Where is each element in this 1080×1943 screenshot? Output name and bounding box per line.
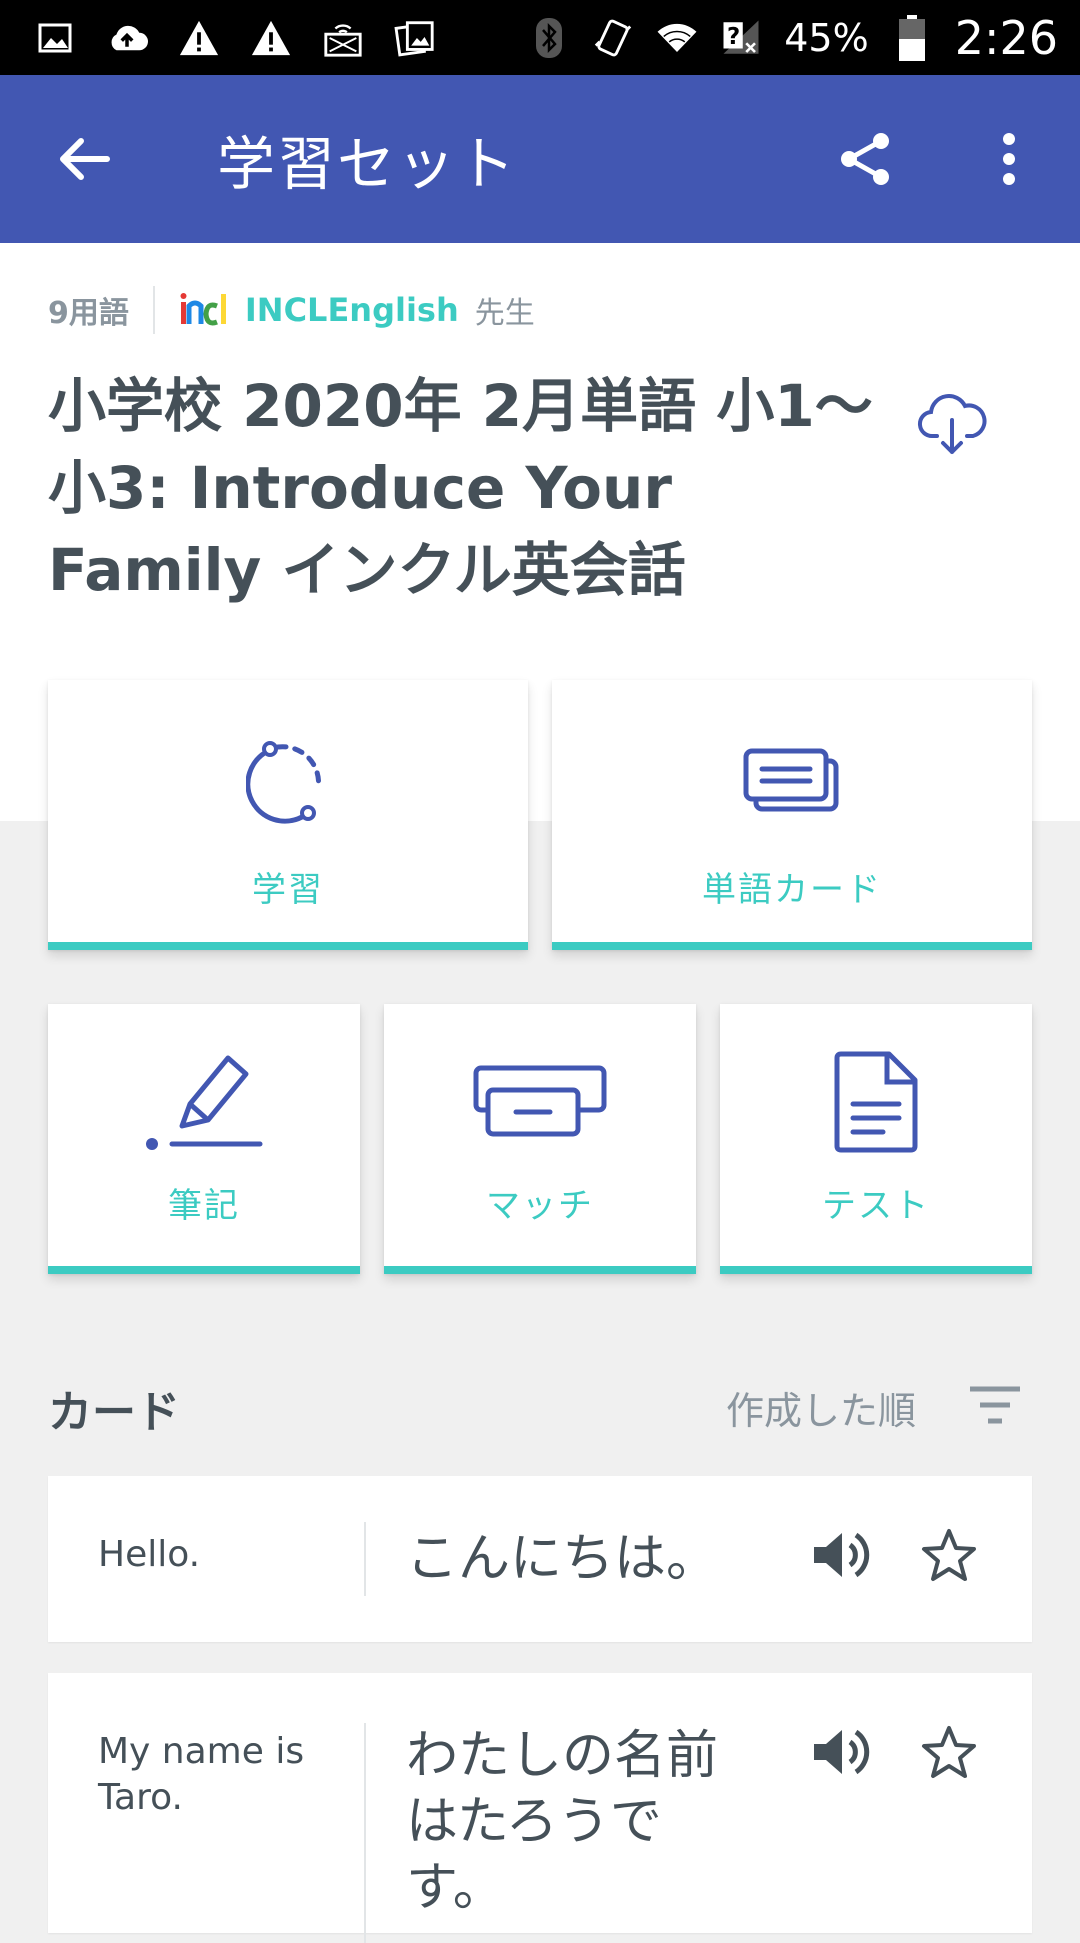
write-pen-icon bbox=[134, 1042, 274, 1162]
mode-write-button[interactable]: 筆記 bbox=[48, 1004, 360, 1274]
term-word: My name is Taro. bbox=[98, 1731, 305, 1818]
svg-text:?: ? bbox=[727, 24, 740, 50]
warning-icon bbox=[178, 17, 220, 59]
mode-test-button[interactable]: テスト bbox=[720, 1004, 1032, 1274]
term-count: 9用語 bbox=[48, 296, 129, 331]
term-divider bbox=[364, 1522, 366, 1596]
mode-learn-label: 学習 bbox=[252, 870, 324, 910]
vibrate-icon bbox=[592, 17, 634, 59]
term-card[interactable]: My name is Taro. わたしの名前はたろうです。 bbox=[48, 1673, 1032, 1943]
author-name[interactable]: INCLEnglish bbox=[245, 291, 459, 329]
warning-icon bbox=[250, 17, 292, 59]
star-icon bbox=[922, 1726, 976, 1778]
status-notifications bbox=[34, 17, 436, 59]
page-title: 学習セット bbox=[217, 130, 518, 198]
cloud-upload-icon bbox=[106, 17, 148, 59]
share-button[interactable] bbox=[833, 127, 897, 191]
wifi-icon bbox=[656, 17, 698, 59]
sort-button[interactable] bbox=[966, 1380, 1024, 1430]
term-definition: こんにちは。 bbox=[406, 1529, 719, 1589]
download-button[interactable] bbox=[912, 385, 992, 465]
star-icon bbox=[922, 1529, 976, 1581]
audio-button[interactable] bbox=[810, 1524, 872, 1586]
term-word: Hello. bbox=[98, 1534, 201, 1575]
share-icon bbox=[841, 133, 889, 185]
term-card[interactable]: Hello. こんにちは。 bbox=[48, 1476, 1032, 1642]
photos-icon bbox=[394, 17, 436, 59]
term-definition: わたしの名前はたろうです。 bbox=[406, 1726, 719, 1918]
cloud-download-icon bbox=[918, 394, 987, 454]
mode-test-label: テスト bbox=[822, 1186, 930, 1226]
more-vert-icon bbox=[1003, 133, 1015, 185]
set-title: 小学校 2020年 2月単語 小1〜小3: Introduce Your Fam… bbox=[48, 372, 873, 604]
mode-flashcards-button[interactable]: 単語カード bbox=[552, 680, 1032, 950]
learn-icon bbox=[228, 726, 348, 836]
audio-button[interactable] bbox=[810, 1721, 872, 1783]
battery-icon bbox=[891, 14, 933, 61]
speaker-icon bbox=[814, 1532, 870, 1578]
star-button[interactable] bbox=[918, 1721, 980, 1783]
sort-order-label[interactable]: 作成した順 bbox=[726, 1380, 916, 1435]
image-icon bbox=[34, 17, 76, 59]
back-button[interactable] bbox=[52, 127, 116, 191]
mode-learn-button[interactable]: 学習 bbox=[48, 680, 528, 950]
cards-heading: カード bbox=[48, 1387, 180, 1438]
sort-icon bbox=[970, 1386, 1020, 1424]
mode-flashcards-label: 単語カード bbox=[702, 870, 882, 910]
app-bar: 学習セット bbox=[0, 75, 1080, 243]
meta-divider bbox=[152, 286, 155, 334]
match-icon bbox=[470, 1042, 610, 1162]
no-signal-icon: ? bbox=[720, 17, 762, 59]
author-role: 先生 bbox=[474, 296, 535, 331]
cast-icon bbox=[322, 17, 364, 59]
mode-match-label: マッチ bbox=[486, 1186, 594, 1226]
more-options-button[interactable] bbox=[985, 127, 1033, 191]
author-logo-icon bbox=[180, 293, 226, 326]
speaker-icon bbox=[814, 1729, 870, 1775]
battery-percent: 45% bbox=[784, 15, 869, 60]
mode-write-label: 筆記 bbox=[168, 1186, 240, 1226]
set-meta: 9用語 INCLEnglish 先生 bbox=[48, 286, 535, 334]
clock: 2:26 bbox=[954, 10, 1058, 65]
star-button[interactable] bbox=[918, 1524, 980, 1586]
term-divider bbox=[364, 1723, 366, 1943]
mode-match-button[interactable]: マッチ bbox=[384, 1004, 696, 1274]
bluetooth-icon bbox=[528, 17, 570, 59]
test-document-icon bbox=[806, 1042, 946, 1162]
status-bar: ? 45% 2:26 bbox=[0, 0, 1080, 75]
flashcards-icon bbox=[732, 726, 852, 836]
status-system: ? 45% 2:26 bbox=[528, 11, 1058, 65]
back-arrow-icon bbox=[60, 138, 110, 180]
